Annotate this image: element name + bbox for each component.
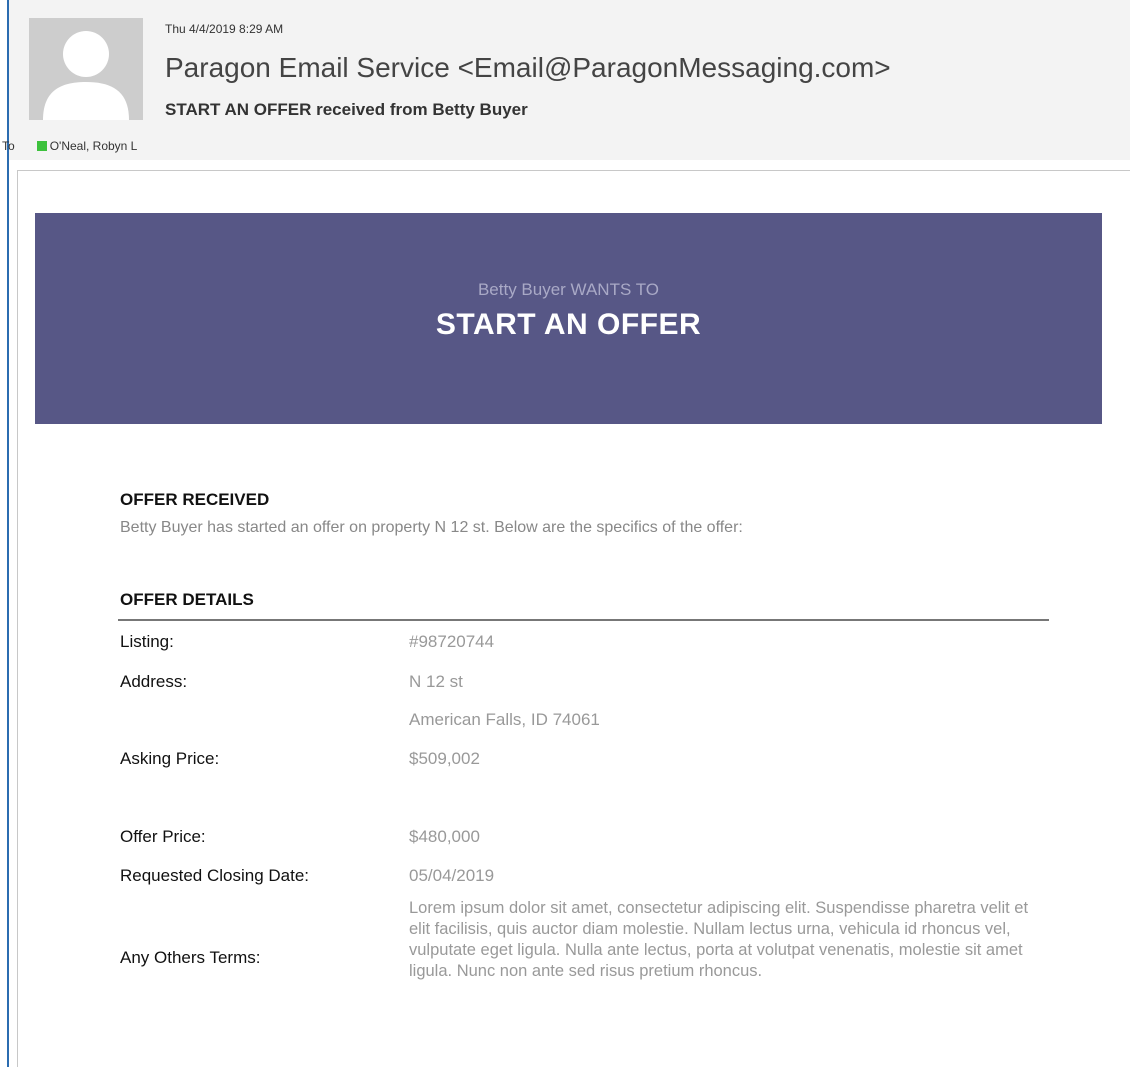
listing-value: #98720744 (409, 632, 495, 651)
offer-received-text: Betty Buyer has started an offer on prop… (120, 519, 743, 536)
recipients-row: To O'Neal, Robyn L (0, 139, 137, 153)
other-terms-label: Any Others Terms: (120, 948, 261, 967)
email-subject: START AN OFFER received from Betty Buyer (165, 100, 528, 119)
closing-date-value: 05/04/2019 (409, 866, 495, 885)
offer-banner: Betty Buyer WANTS TO START AN OFFER (35, 213, 1102, 424)
offer-price-label: Offer Price: (120, 827, 206, 846)
to-label: To (2, 139, 15, 153)
sender-avatar-icon[interactable] (29, 18, 143, 120)
address-line2: American Falls, ID 74061 (409, 710, 600, 729)
sent-date: Thu 4/4/2019 8:29 AM (165, 22, 284, 36)
other-terms-value: Lorem ipsum dolor sit amet, consectetur … (409, 899, 1029, 980)
email-header: Thu 4/4/2019 8:29 AM Paragon Email Servi… (9, 0, 1130, 160)
offer-details-heading: OFFER DETAILS (120, 590, 254, 609)
banner-title: START AN OFFER (435, 308, 702, 341)
address-label: Address: (120, 672, 188, 691)
offer-price-value: $480,000 (409, 827, 480, 846)
closing-date-label: Requested Closing Date: (120, 866, 310, 885)
message-body-border-left (17, 170, 18, 1067)
sender-name[interactable]: Paragon Email Service <Email@ParagonMess… (165, 52, 891, 84)
asking-price-value: $509,002 (409, 749, 480, 768)
message-body-border (17, 170, 1130, 171)
pane-left-border (7, 0, 9, 1067)
presence-status-icon (36, 141, 47, 151)
asking-price-label: Asking Price: (120, 749, 220, 768)
offer-received-heading: OFFER RECEIVED (120, 490, 270, 509)
banner-subtitle: Betty Buyer WANTS TO (477, 280, 660, 299)
email-reading-pane: Thu 4/4/2019 8:29 AM Paragon Email Servi… (0, 0, 1130, 1067)
address-line1: N 12 st (409, 672, 463, 691)
recipient-name[interactable]: O'Neal, Robyn L (50, 139, 138, 153)
listing-label: Listing: (120, 632, 174, 651)
details-divider (118, 619, 1049, 621)
